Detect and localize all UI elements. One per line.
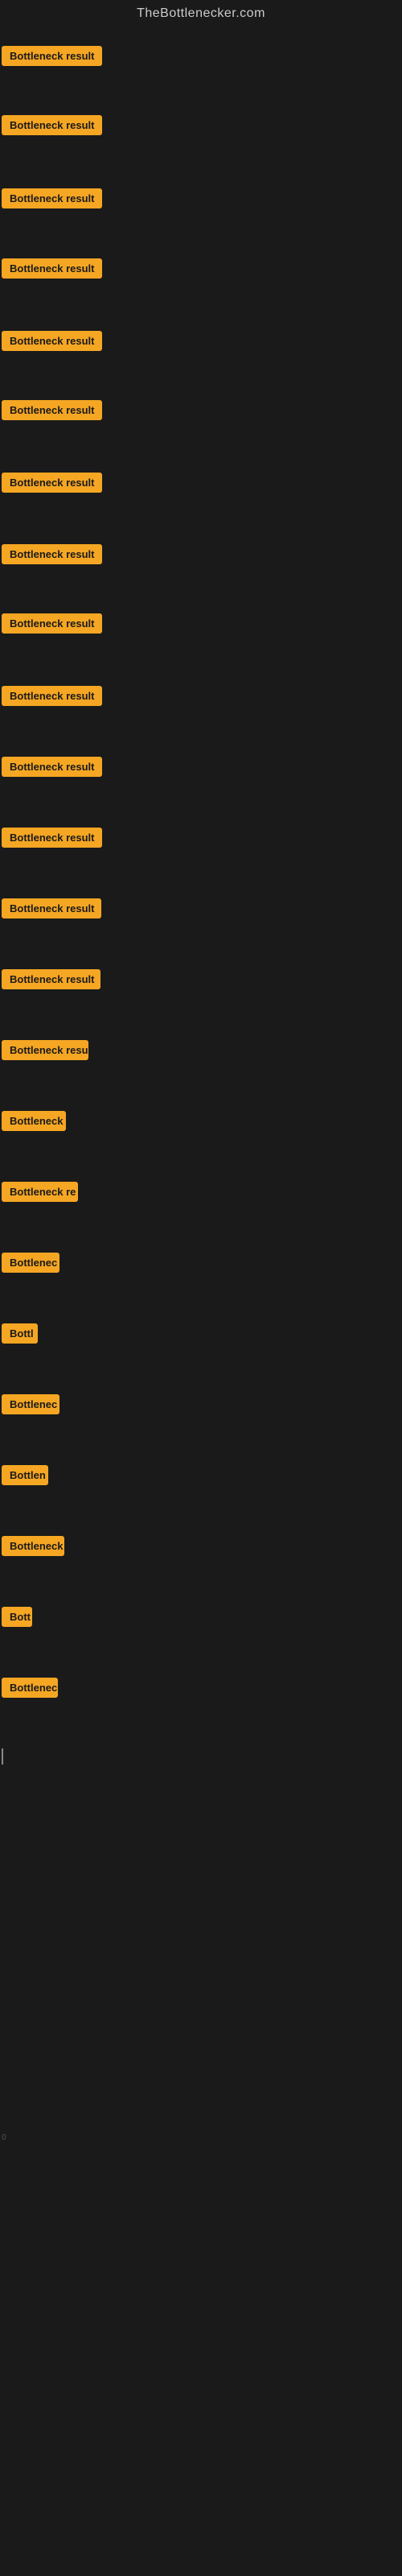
bottleneck-result-row: Bottl [2,1323,38,1348]
bottleneck-badge[interactable]: Bottleneck result [2,115,102,135]
bottleneck-result-row: Bottleneck re [2,1182,78,1206]
bottleneck-badge[interactable]: Bottleneck result [2,613,102,634]
bottleneck-result-row: Bottlenec [2,1394,59,1418]
bottleneck-result-row: Bottleneck result [2,828,102,852]
bottleneck-badge[interactable]: Bottleneck result [2,828,102,848]
bottleneck-badge[interactable]: Bottleneck [2,1536,64,1556]
bottleneck-result-row: Bottleneck result [2,544,102,568]
bottleneck-result-row: Bottleneck result [2,115,102,139]
bottleneck-result-row: Bottleneck result [2,686,102,710]
bottleneck-result-row: Bottleneck result [2,898,101,923]
bottleneck-badge[interactable]: Bottl [2,1323,38,1344]
bottleneck-result-row: Bottlenec [2,1253,59,1277]
bottleneck-result-row: Bottleneck result [2,400,102,424]
bottleneck-badge[interactable]: Bottlenec [2,1394,59,1414]
bottleneck-badge[interactable]: Bottlen [2,1465,48,1485]
bottleneck-badge[interactable]: Bott [2,1607,32,1627]
bottleneck-badge[interactable]: Bottleneck result [2,686,102,706]
bottleneck-badge[interactable]: Bottleneck result [2,188,102,208]
bottleneck-badge[interactable]: Bottleneck resu [2,1040,88,1060]
bottleneck-badge[interactable]: Bottlenec [2,1253,59,1273]
bottleneck-result-row: Bottleneck result [2,258,102,283]
bottleneck-badge[interactable]: Bottleneck result [2,544,102,564]
bottleneck-result-row: Bottlenec [2,1678,58,1702]
bottleneck-badge[interactable]: Bottleneck result [2,46,102,66]
bottleneck-result-row: Bottleneck resu [2,1040,88,1064]
bottleneck-badge[interactable]: Bottleneck result [2,331,102,351]
bottleneck-result-row: Bottleneck result [2,331,102,355]
bottleneck-result-row: Bottlen [2,1465,48,1489]
bottleneck-badge[interactable]: Bottleneck result [2,473,102,493]
bottleneck-result-row: Bott [2,1607,32,1631]
bottleneck-badge[interactable]: Bottleneck result [2,969,100,989]
site-title: TheBottlenecker.com [0,0,402,27]
bottleneck-result-row: Bottleneck result [2,969,100,993]
bottom-label: 0 [2,2133,6,2142]
bottleneck-result-row: Bottleneck [2,1111,66,1135]
bottleneck-result-row: Bottleneck result [2,473,102,497]
cursor-line [2,1748,3,1765]
bottleneck-result-row: Bottleneck result [2,46,102,70]
bottleneck-badge[interactable]: Bottleneck result [2,898,101,919]
bottleneck-badge[interactable]: Bottlenec [2,1678,58,1698]
bottleneck-badge[interactable]: Bottleneck re [2,1182,78,1202]
bottleneck-badge[interactable]: Bottleneck result [2,757,102,777]
bottleneck-result-row: Bottleneck result [2,757,102,781]
bottleneck-badge[interactable]: Bottleneck [2,1111,66,1131]
bottleneck-badge[interactable]: Bottleneck result [2,400,102,420]
bottleneck-result-row: Bottleneck result [2,613,102,638]
bottleneck-result-row: Bottleneck [2,1536,64,1560]
bottleneck-badge[interactable]: Bottleneck result [2,258,102,279]
bottleneck-result-row: Bottleneck result [2,188,102,213]
